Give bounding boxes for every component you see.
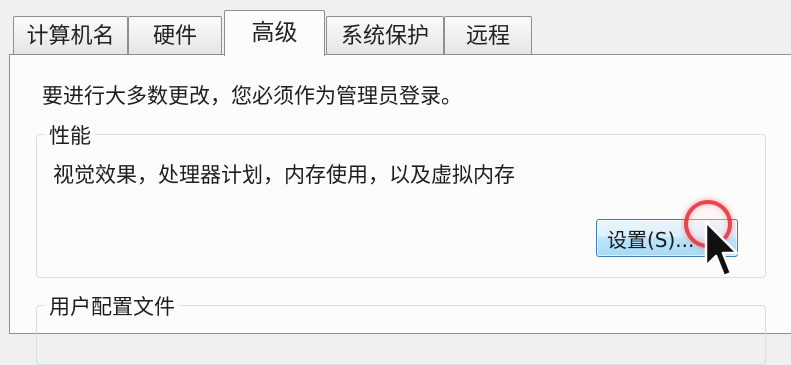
settings-button-label: 设置(S)... (607, 227, 695, 252)
user-profiles-group-title: 用户配置文件 (45, 291, 179, 321)
tab-label: 系统保护 (340, 23, 429, 49)
mouse-pointer-icon (704, 220, 739, 278)
tab-computer-name[interactable]: 计算机名 (13, 16, 128, 56)
tab-advanced[interactable]: 高级 (224, 10, 325, 56)
tab-label: 硬件 (152, 23, 197, 49)
tab-label: 远程 (465, 23, 510, 49)
tab-hardware[interactable]: 硬件 (128, 16, 222, 56)
performance-group-title: 性能 (45, 120, 95, 150)
tab-label: 高级 (251, 20, 298, 46)
performance-description: 视觉效果，处理器计划，内存使用，以及虚拟内存 (53, 163, 515, 187)
tab-strip: 计算机名 硬件 高级 系统保护 远程 (0, 0, 791, 58)
user-profiles-group: 用户配置文件 (36, 291, 766, 365)
tab-label: 计算机名 (26, 23, 115, 49)
tab-system-protection[interactable]: 系统保护 (326, 16, 444, 56)
tab-remote[interactable]: 远程 (444, 16, 532, 56)
admin-notice: 要进行大多数更改，您必须作为管理员登录。 (42, 84, 462, 108)
